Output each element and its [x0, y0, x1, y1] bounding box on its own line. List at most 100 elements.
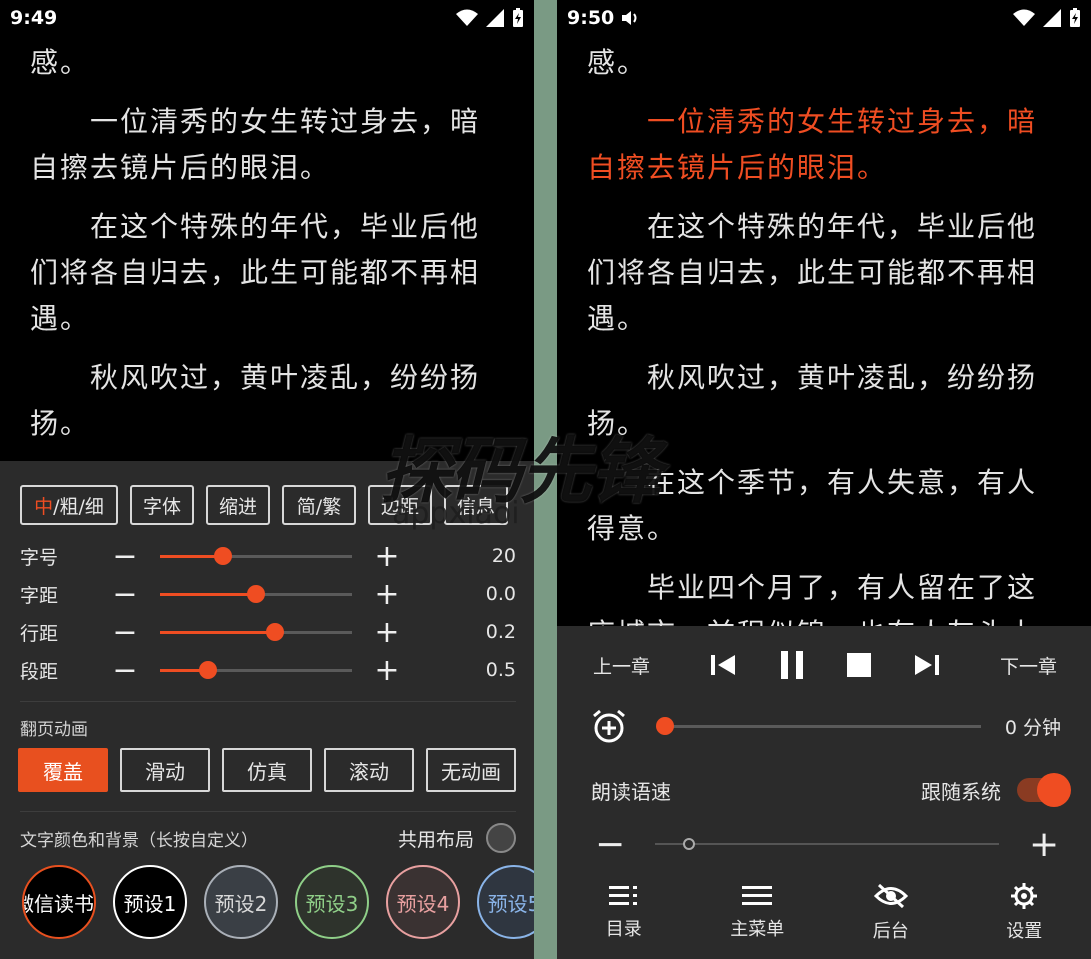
rate-decrease-button[interactable]: −	[595, 824, 625, 865]
speech-rate-slider-row: − +	[595, 824, 1059, 865]
increase-button[interactable]: +	[372, 577, 402, 612]
rate-increase-button[interactable]: +	[1029, 824, 1059, 865]
decrease-button[interactable]: −	[110, 539, 140, 574]
slider-row-0: 字号 − +20	[20, 537, 516, 575]
shared-layout-radio[interactable]	[486, 823, 516, 853]
slider-track[interactable]	[160, 622, 352, 641]
reader-paragraph: 一位清秀的女生转过身去，暗自擦去镜片后的眼泪。	[587, 105, 1038, 184]
nav-background[interactable]: 后台	[824, 878, 958, 948]
style-settings-panel: 中/粗/细 字体 缩进 简/繁 边距 信息 字号 − +20 字距 − +0.0 行距 − +0…	[0, 461, 534, 959]
divider	[20, 701, 516, 702]
tab-font-label: 字体	[142, 495, 181, 518]
tab-info[interactable]: 信息	[444, 485, 508, 525]
pause-icon[interactable]	[779, 651, 805, 679]
increase-button[interactable]: +	[372, 615, 402, 650]
color-preset[interactable]: 预设3	[295, 865, 369, 939]
hide-icon	[873, 883, 908, 909]
color-preset-label: 预设3	[305, 891, 359, 916]
decrease-button[interactable]: −	[110, 653, 140, 688]
tab-indent-label: 缩进	[218, 495, 257, 518]
prev-chapter-button[interactable]: 上一章	[593, 652, 650, 679]
decrease-button[interactable]: −	[110, 577, 140, 612]
color-preset[interactable]: 微信读书	[22, 865, 96, 939]
follow-system-switch[interactable]	[1017, 773, 1071, 807]
slider-row-2: 行距 − +0.2	[20, 613, 516, 651]
sleep-timer-slider[interactable]	[656, 716, 981, 735]
speech-rate-slider[interactable]	[655, 838, 999, 850]
slider-row-1: 字距 − +0.0	[20, 575, 516, 613]
tab-margin-label: 边距	[380, 495, 419, 518]
playback-controls: 上一章 下一章	[593, 646, 1057, 684]
color-preset-label: 预设2	[214, 891, 268, 916]
reader-paragraph: 在这个季节，有人失意，有人得意。	[587, 466, 1038, 545]
reader-paragraph: 感。	[30, 46, 91, 79]
skip-next-icon[interactable]	[913, 653, 939, 677]
increase-button[interactable]: +	[372, 539, 402, 574]
color-preset[interactable]: 预设5	[477, 865, 534, 939]
status-bar: 9:49	[0, 0, 534, 36]
color-bg-title: 文字颜色和背景（长按自定义）	[20, 830, 258, 851]
reader-paragraph: 秋风吹过，黄叶凌乱，纷纷扬扬。	[587, 361, 1038, 440]
tab-weight-label: /粗/细	[53, 495, 104, 518]
slider-label: 字距	[20, 584, 59, 607]
tab-info-label: 信息	[456, 495, 495, 518]
nav-settings[interactable]: 设置	[958, 878, 1091, 948]
nav-background-label: 后台	[872, 921, 909, 942]
left-screen: 9:49 感。 一位清秀的女生转过身去，暗自擦去镜片后的眼泪。 在这个特殊的年代，毕…	[0, 0, 534, 959]
page-anim-button[interactable]: 滚动	[324, 748, 414, 792]
status-time: 9:49	[10, 7, 58, 29]
color-preset[interactable]: 预设4	[386, 865, 460, 939]
reader-paragraph: 感。	[587, 46, 648, 79]
skip-previous-icon[interactable]	[711, 653, 737, 677]
slider-knob[interactable]	[656, 716, 674, 735]
tab-simplified-traditional[interactable]: 简/繁	[282, 485, 356, 525]
reader-paragraph: 在这个特殊的年代，毕业后他们将各自归去，此生可能都不再相遇。	[587, 210, 1038, 335]
color-bg-row: 文字颜色和背景（长按自定义） 共用布局	[20, 823, 516, 853]
page-anim-button[interactable]: 无动画	[426, 748, 516, 792]
slider-track[interactable]	[160, 660, 352, 679]
follow-system-label: 跟随系统	[921, 779, 1001, 804]
status-time: 9:50	[567, 7, 615, 29]
tab-weight[interactable]: 中/粗/细	[20, 485, 118, 525]
wifi-icon	[456, 9, 478, 26]
color-preset-label: 预设1	[123, 891, 177, 916]
signal-icon	[486, 9, 504, 27]
nav-settings-label: 设置	[1006, 921, 1043, 942]
nav-toc[interactable]: 目录	[557, 878, 691, 948]
stop-icon[interactable]	[847, 653, 871, 677]
slider-value: 0.0	[485, 583, 516, 605]
nav-main-menu[interactable]: 主菜单	[691, 878, 825, 948]
battery-icon	[1070, 8, 1080, 27]
slider-knob[interactable]	[199, 660, 217, 679]
page-anim-button[interactable]: 覆盖	[18, 748, 108, 792]
sleep-timer-row: 0 分钟	[591, 706, 1061, 746]
color-preset[interactable]: 预设2	[204, 865, 278, 939]
slider-value: 0.2	[485, 621, 516, 643]
page-anim-button[interactable]: 仿真	[222, 748, 312, 792]
color-preset[interactable]: 预设1	[113, 865, 187, 939]
slider-knob[interactable]	[266, 622, 285, 641]
tab-margin[interactable]: 边距	[368, 485, 432, 525]
tab-weight-accent: 中	[34, 495, 54, 518]
slider-knob[interactable]	[214, 546, 233, 565]
tab-font[interactable]: 字体	[130, 485, 194, 525]
slider-knob[interactable]	[683, 838, 696, 850]
increase-button[interactable]: +	[372, 653, 402, 688]
style-tabs: 中/粗/细 字体 缩进 简/繁 边距 信息	[20, 485, 516, 525]
status-bar: 9:50	[557, 0, 1091, 36]
color-preset-label: 预设5	[487, 891, 534, 916]
slider-fill	[160, 592, 256, 596]
signal-icon	[1043, 9, 1061, 27]
next-chapter-button[interactable]: 下一章	[1000, 652, 1057, 679]
color-preset-label: 预设4	[396, 891, 450, 916]
tab-indent[interactable]: 缩进	[206, 485, 270, 525]
volume-icon	[622, 11, 637, 25]
decrease-button[interactable]: −	[110, 615, 140, 650]
slider-track[interactable]	[160, 546, 352, 565]
page-anim-button[interactable]: 滑动	[120, 748, 210, 792]
reader-text: 感。一位清秀的女生转过身去，暗自擦去镜片后的眼泪。在这个特殊的年代，毕业后他们将…	[587, 40, 1063, 670]
slider-track[interactable]	[160, 584, 352, 603]
color-preset-label: 微信读书	[22, 891, 94, 916]
slider-knob[interactable]	[247, 584, 265, 603]
shared-layout-label: 共用布局	[397, 828, 474, 851]
